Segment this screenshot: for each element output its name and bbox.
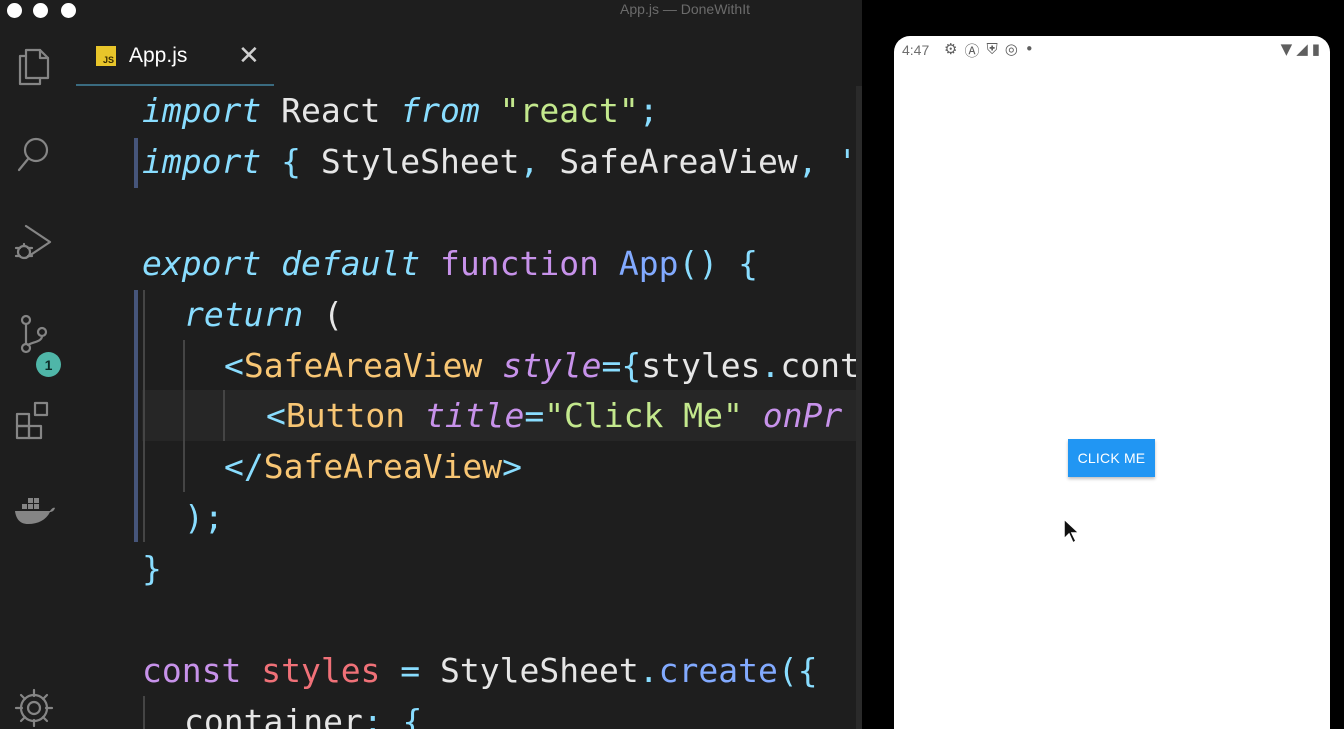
window-title: App.js — DoneWithIt: [620, 1, 750, 17]
docker-icon[interactable]: [10, 486, 58, 534]
dot-status-icon: •: [1024, 40, 1034, 58]
android-status-icon: Ⓐ: [964, 42, 980, 60]
settings-gear-icon[interactable]: [10, 684, 58, 729]
code-line-7: </SafeAreaView>: [224, 447, 523, 486]
sync-status-icon: ◎: [1004, 40, 1018, 58]
close-tab-icon[interactable]: ✕: [238, 40, 260, 71]
source-control-badge: 1: [36, 352, 61, 377]
settings-status-icon: ⚙: [944, 40, 958, 58]
code-line-8: );: [184, 498, 224, 537]
shield-status-icon: ⛨: [986, 40, 998, 58]
code-line-5: <SafeAreaView style={styles.cont: [224, 346, 860, 385]
click-me-button[interactable]: CLICK ME: [1068, 439, 1155, 477]
code-line-4: return (: [184, 295, 343, 334]
code-editor-window: App.js — DoneWithIt 1 JS App.js ✕ import…: [0, 0, 862, 729]
modified-line-marker: [134, 290, 138, 542]
mouse-cursor-icon: [1063, 517, 1081, 545]
source-control-icon[interactable]: [10, 310, 58, 358]
search-icon[interactable]: [10, 130, 58, 178]
code-area[interactable]: import React from "react"; import { Styl…: [142, 86, 862, 729]
phone-screen: 4:47 ⚙ Ⓐ ⛨ ◎ • ▼ ◢ ▮ CLICK ME: [894, 36, 1330, 729]
run-debug-icon[interactable]: [10, 218, 58, 266]
code-line-2: import { StyleSheet, SafeAreaView, ': [142, 142, 858, 181]
title-bar: App.js — DoneWithIt: [0, 0, 862, 22]
extensions-icon[interactable]: [10, 396, 58, 444]
code-line-1: import React from "react";: [142, 91, 659, 130]
code-line-10: const styles = StyleSheet.create({: [142, 651, 818, 690]
code-line-11: container: {: [184, 702, 423, 729]
activity-bar: 1: [0, 22, 68, 729]
battery-icon: ▮: [1311, 40, 1320, 58]
wifi-icon: ▼: [1280, 40, 1293, 58]
status-system-icons: ▼ ◢ ▮: [1281, 40, 1320, 58]
code-line-6: <Button title="Click Me" onPr: [266, 396, 843, 435]
status-notification-icons: ⚙ Ⓐ ⛨ ◎ •: [944, 40, 1034, 61]
code-line-3: export default function App() {: [142, 244, 758, 283]
js-file-icon: JS: [96, 46, 116, 66]
signal-icon: ◢: [1296, 40, 1308, 58]
code-line-9: }: [142, 549, 162, 588]
tab-app-js[interactable]: JS App.js ✕: [76, 32, 274, 86]
tab-label: App.js: [129, 44, 188, 67]
modified-line-marker: [134, 138, 138, 188]
files-icon[interactable]: [10, 42, 58, 90]
status-time: 4:47: [902, 42, 930, 58]
